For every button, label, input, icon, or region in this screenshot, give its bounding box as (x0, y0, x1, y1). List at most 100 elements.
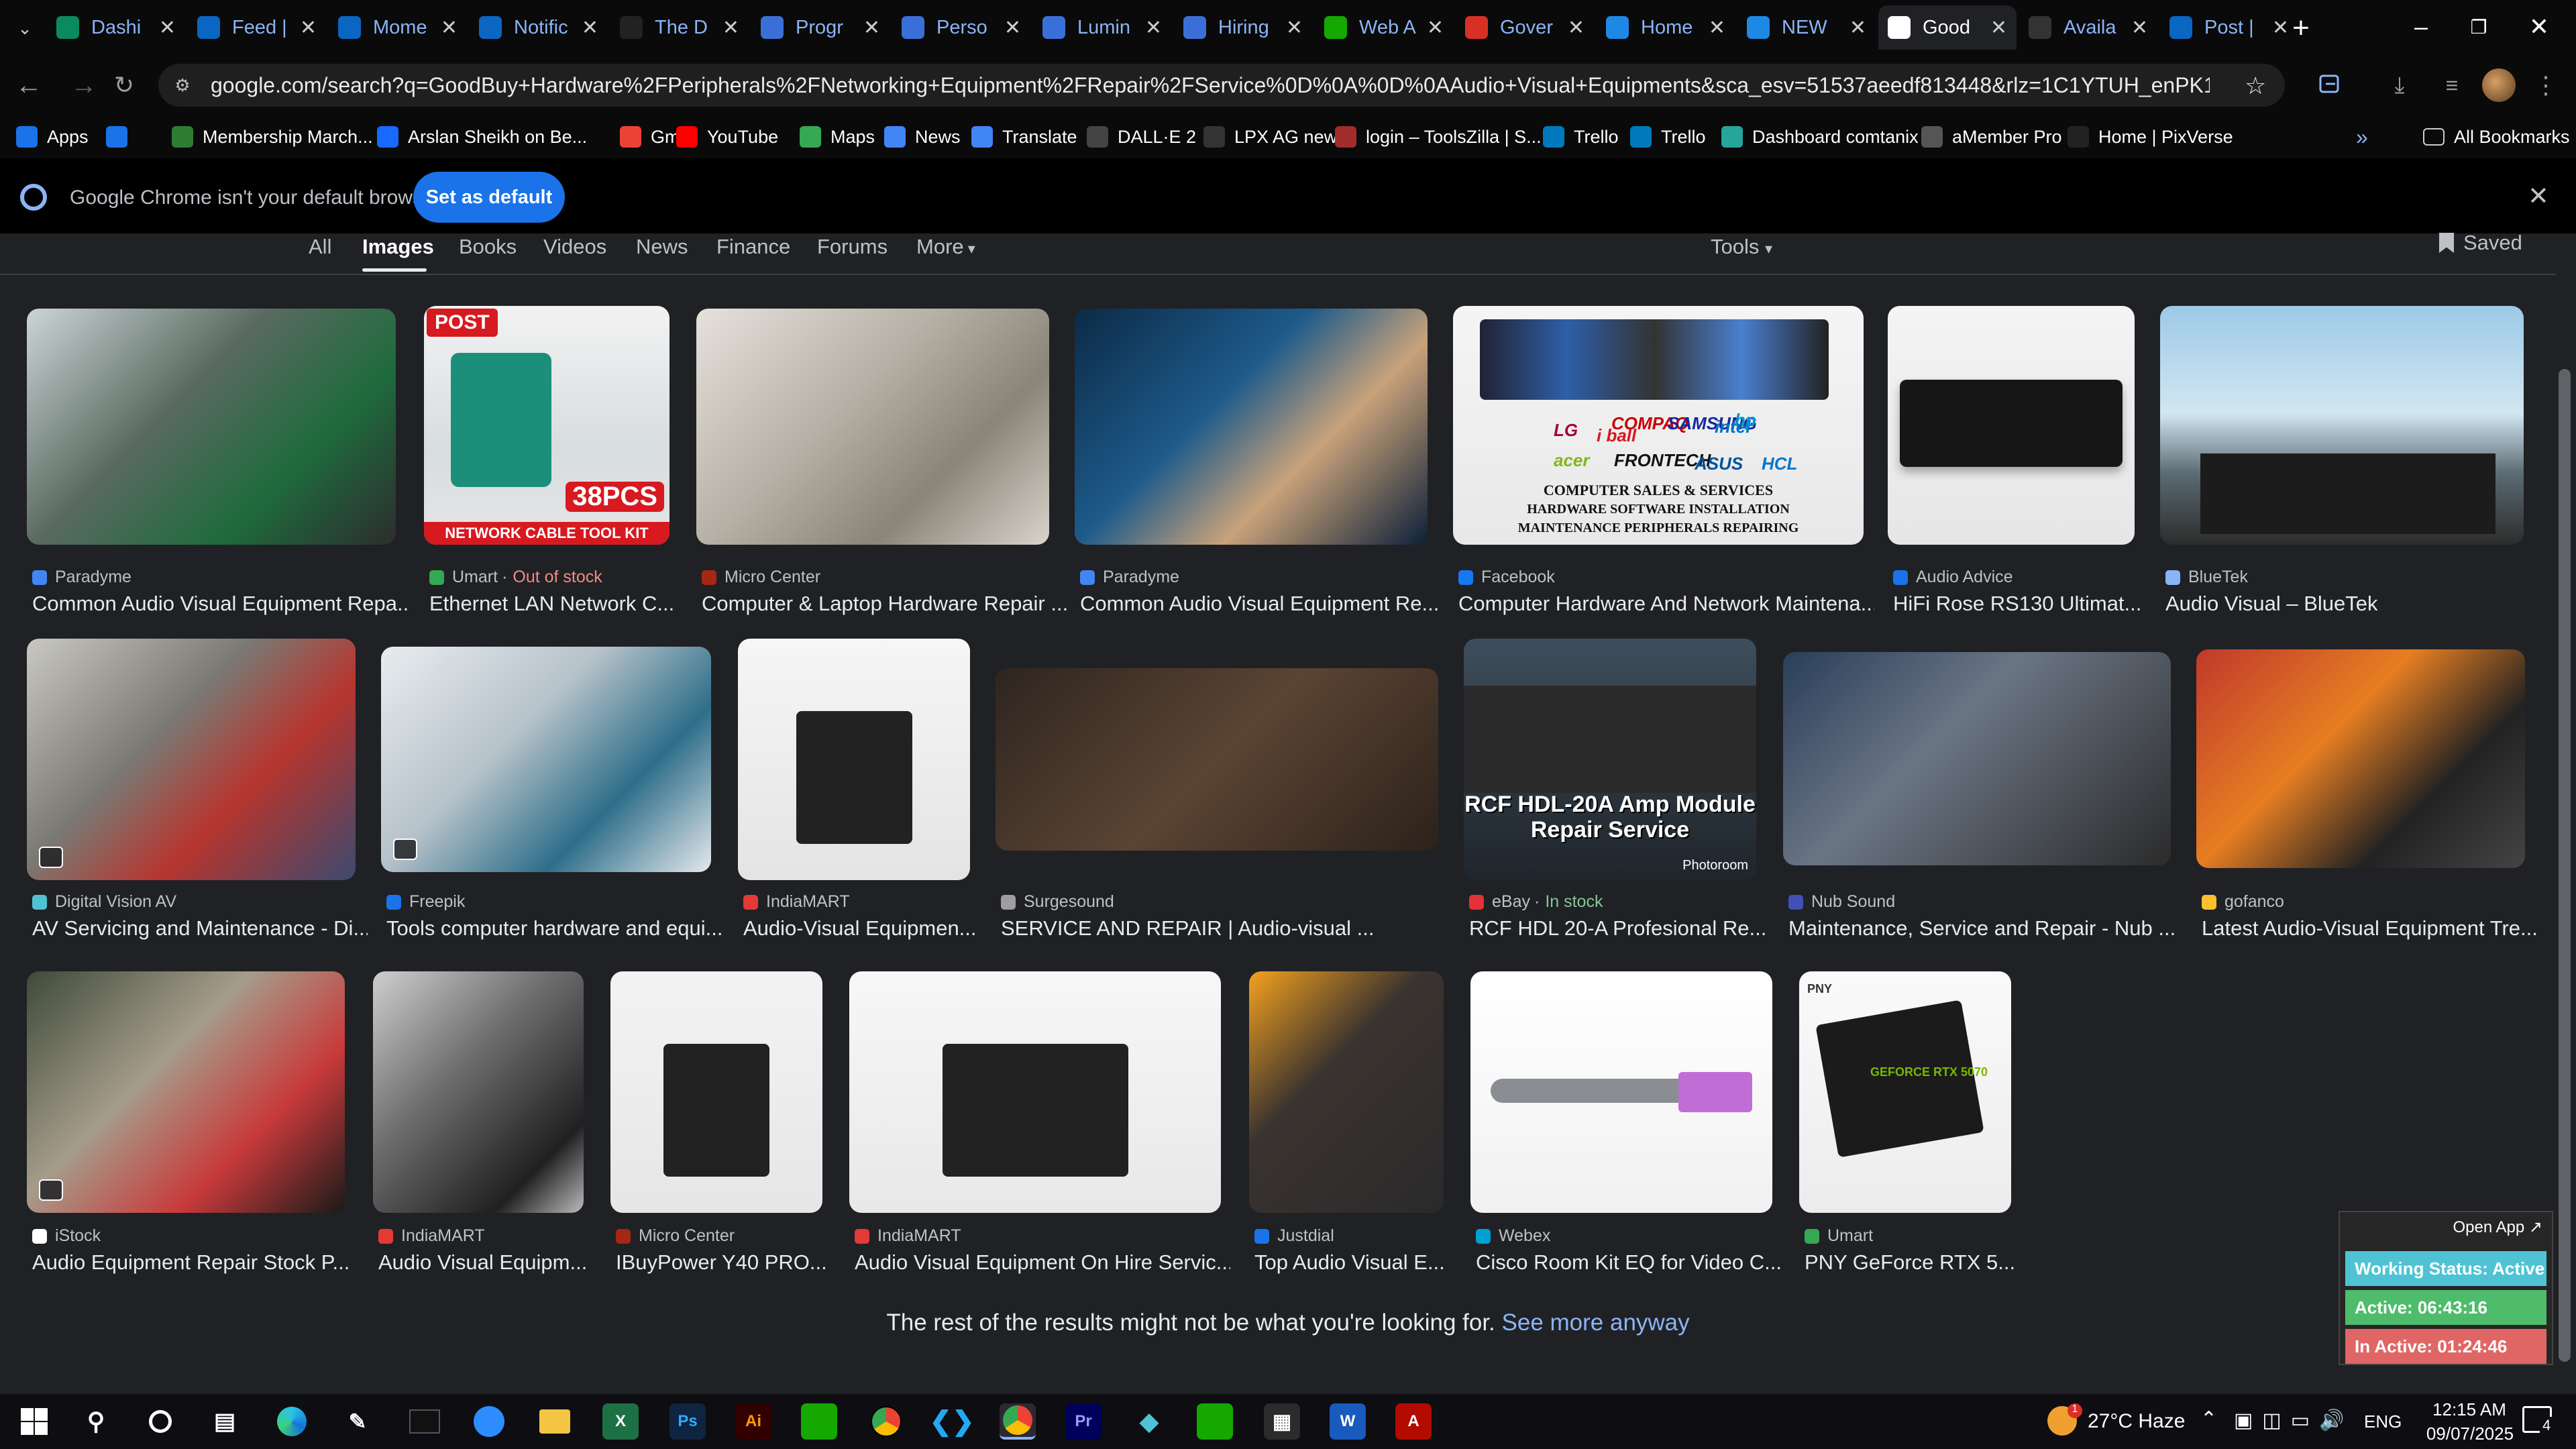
tab-close-icon[interactable]: ✕ (159, 16, 176, 40)
result-thumbnail[interactable] (1470, 971, 1772, 1213)
bookmark-item[interactable]: Trello (1543, 122, 1619, 152)
site-info-icon[interactable]: ⚙ (170, 73, 195, 97)
windows-start-icon[interactable] (16, 1403, 52, 1440)
acrobat-icon[interactable]: A (1395, 1403, 1432, 1440)
bookmark-star-icon[interactable]: ☆ (2245, 72, 2266, 100)
bookmarks-overflow-icon[interactable]: » (2356, 125, 2368, 150)
result-source[interactable]: Audio Advice (1893, 568, 2013, 587)
result-title[interactable]: Cisco Room Kit EQ for Video C... (1476, 1250, 1791, 1275)
result-source[interactable]: Webex (1476, 1226, 1550, 1246)
result-title[interactable]: AV Servicing and Maintenance - Di... (32, 916, 368, 941)
result-thumbnail[interactable] (2196, 649, 2525, 868)
browser-tab[interactable]: Notific ✕ (470, 5, 608, 50)
tab-search-button[interactable]: ⌄ (8, 13, 42, 43)
browser-tab[interactable]: Availa ✕ (2019, 5, 2157, 50)
illustrator-icon[interactable]: Ai (735, 1403, 771, 1440)
result-title[interactable]: Common Audio Visual Equipment Re... (1080, 592, 1456, 616)
result-title[interactable]: Audio Visual Equipm... (378, 1250, 600, 1275)
result-thumbnail[interactable] (373, 971, 584, 1213)
result-thumbnail[interactable]: RCF HDL-20A Amp Module Repair Service Pho… (1464, 639, 1756, 880)
close-window-button[interactable]: ✕ (2510, 0, 2568, 54)
result-source[interactable]: Umart · Out of stock (429, 568, 602, 587)
result-thumbnail[interactable] (696, 309, 1049, 545)
browser-tab[interactable]: NEW ✕ (1737, 5, 1876, 50)
search-tab-more[interactable]: More ▾ (916, 235, 975, 259)
bookmark-item[interactable]: aMember Pro (1921, 122, 2062, 152)
search-tab-forums[interactable]: Forums (817, 235, 888, 259)
tab-close-icon[interactable]: ✕ (1145, 16, 1162, 40)
result-title[interactable]: HiFi Rose RS130 Ultimat... (1893, 592, 2175, 616)
result-source[interactable]: BlueTek (2165, 568, 2248, 587)
open-app-button[interactable]: Open App ↗ (2453, 1218, 2542, 1237)
bookmark-item[interactable]: Trello (1630, 122, 1706, 152)
chrome-app-icon[interactable] (868, 1403, 904, 1440)
upwork-app-icon[interactable] (801, 1403, 837, 1440)
chrome-active-icon[interactable] (1000, 1403, 1036, 1440)
result-source[interactable]: IndiaMART (378, 1226, 485, 1246)
download-icon[interactable]: ⤓ (2383, 68, 2416, 102)
result-title[interactable]: Latest Audio-Visual Equipment Tre... (2202, 916, 2537, 941)
forward-icon[interactable]: → (67, 68, 101, 102)
result-thumbnail[interactable] (27, 639, 356, 880)
result-thumbnail[interactable] (849, 971, 1221, 1213)
result-title[interactable]: IBuyPower Y40 PRO... (616, 1250, 830, 1275)
minimize-button[interactable]: – (2392, 0, 2450, 54)
tray-icons[interactable]: ▣◫▭🔊 (2234, 1409, 2353, 1432)
url-text[interactable]: google.com/search?q=GoodBuy+Hardware%2FP… (211, 73, 2210, 98)
result-source[interactable]: Nub Sound (1788, 892, 1895, 912)
result-title[interactable]: Ethernet LAN Network C... (429, 592, 698, 616)
result-title[interactable]: PNY GeForce RTX 5... (1805, 1250, 2019, 1275)
result-title[interactable]: RCF HDL 20-A Profesional Re... (1469, 916, 1778, 941)
terminal-icon[interactable] (407, 1403, 443, 1440)
tab-close-icon[interactable]: ✕ (1004, 16, 1021, 40)
result-thumbnail[interactable]: LG COMPAQ SAMSUNG intel acer FRONTECH ASUS HCL h… (1453, 306, 1864, 545)
reload-icon[interactable]: ↻ (107, 68, 141, 102)
search-icon[interactable]: ⚲ (78, 1403, 114, 1440)
result-source[interactable]: Surgesound (1001, 892, 1114, 912)
result-thumbnail[interactable] (738, 639, 970, 880)
extensions-icon[interactable] (2313, 67, 2347, 101)
tab-close-icon[interactable]: ✕ (582, 16, 598, 40)
result-thumbnail[interactable] (1783, 652, 2171, 865)
browser-tab[interactable]: Good ✕ (1878, 5, 2017, 50)
tray-chevron-icon[interactable]: ⌃ (2200, 1407, 2217, 1431)
result-source[interactable]: Paradyme (1080, 568, 1179, 587)
result-title[interactable]: Audio-Visual Equipmen... (743, 916, 985, 941)
result-thumbnail[interactable]: GEFORCE RTX 5070 PNY (1799, 971, 2011, 1213)
tab-close-icon[interactable]: ✕ (300, 16, 317, 40)
zoom-icon[interactable] (471, 1403, 507, 1440)
result-thumbnail[interactable] (610, 971, 822, 1213)
result-title[interactable]: Audio Visual – BlueTek (2165, 592, 2528, 616)
address-bar[interactable]: ⚙ google.com/search?q=GoodBuy+Hardware%2… (158, 64, 2285, 107)
result-source[interactable]: Micro Center (702, 568, 820, 587)
infobar-close-icon[interactable]: ✕ (2528, 181, 2549, 211)
app-diamond-icon[interactable]: ◆ (1131, 1403, 1167, 1440)
pen-icon[interactable]: ✎ (339, 1403, 376, 1440)
browser-tab[interactable]: Post | ✕ (2160, 5, 2298, 50)
see-more-anyway-link[interactable]: See more anyway (1502, 1309, 1690, 1336)
result-source[interactable]: Justdial (1254, 1226, 1334, 1246)
result-thumbnail[interactable] (1249, 971, 1444, 1213)
browser-tab[interactable]: The D ✕ (610, 5, 749, 50)
browser-tab[interactable]: Feed | ✕ (188, 5, 326, 50)
upwork-app-icon-2[interactable] (1197, 1403, 1233, 1440)
result-source[interactable]: Umart (1805, 1226, 1873, 1246)
tools-button[interactable]: Tools ▾ (1711, 235, 1772, 259)
weather-text[interactable]: 27°C Haze (2088, 1410, 2185, 1433)
result-title[interactable]: Audio Equipment Repair Stock P... (32, 1250, 354, 1275)
tab-close-icon[interactable]: ✕ (863, 16, 880, 40)
bookmark-item[interactable]: LPX AG new (1203, 122, 1337, 152)
bookmark-item[interactable]: YouTube (676, 122, 778, 152)
new-tab-button[interactable]: + (2282, 9, 2320, 47)
result-source[interactable]: Micro Center (616, 1226, 735, 1246)
saved-button[interactable]: Saved (2439, 231, 2522, 255)
search-tab-images[interactable]: Images (362, 235, 434, 259)
bookmark-item[interactable]: News (884, 122, 961, 152)
tab-close-icon[interactable]: ✕ (1568, 16, 1585, 40)
result-title[interactable]: Tools computer hardware and equi... (386, 916, 722, 941)
bookmark-item[interactable]: Apps (16, 122, 89, 152)
result-source[interactable]: eBay · In stock (1469, 892, 1603, 912)
result-source[interactable]: IndiaMART (855, 1226, 961, 1246)
bookmark-item[interactable]: Maps (800, 122, 875, 152)
clock-date[interactable]: 09/07/2025 (2423, 1424, 2517, 1444)
